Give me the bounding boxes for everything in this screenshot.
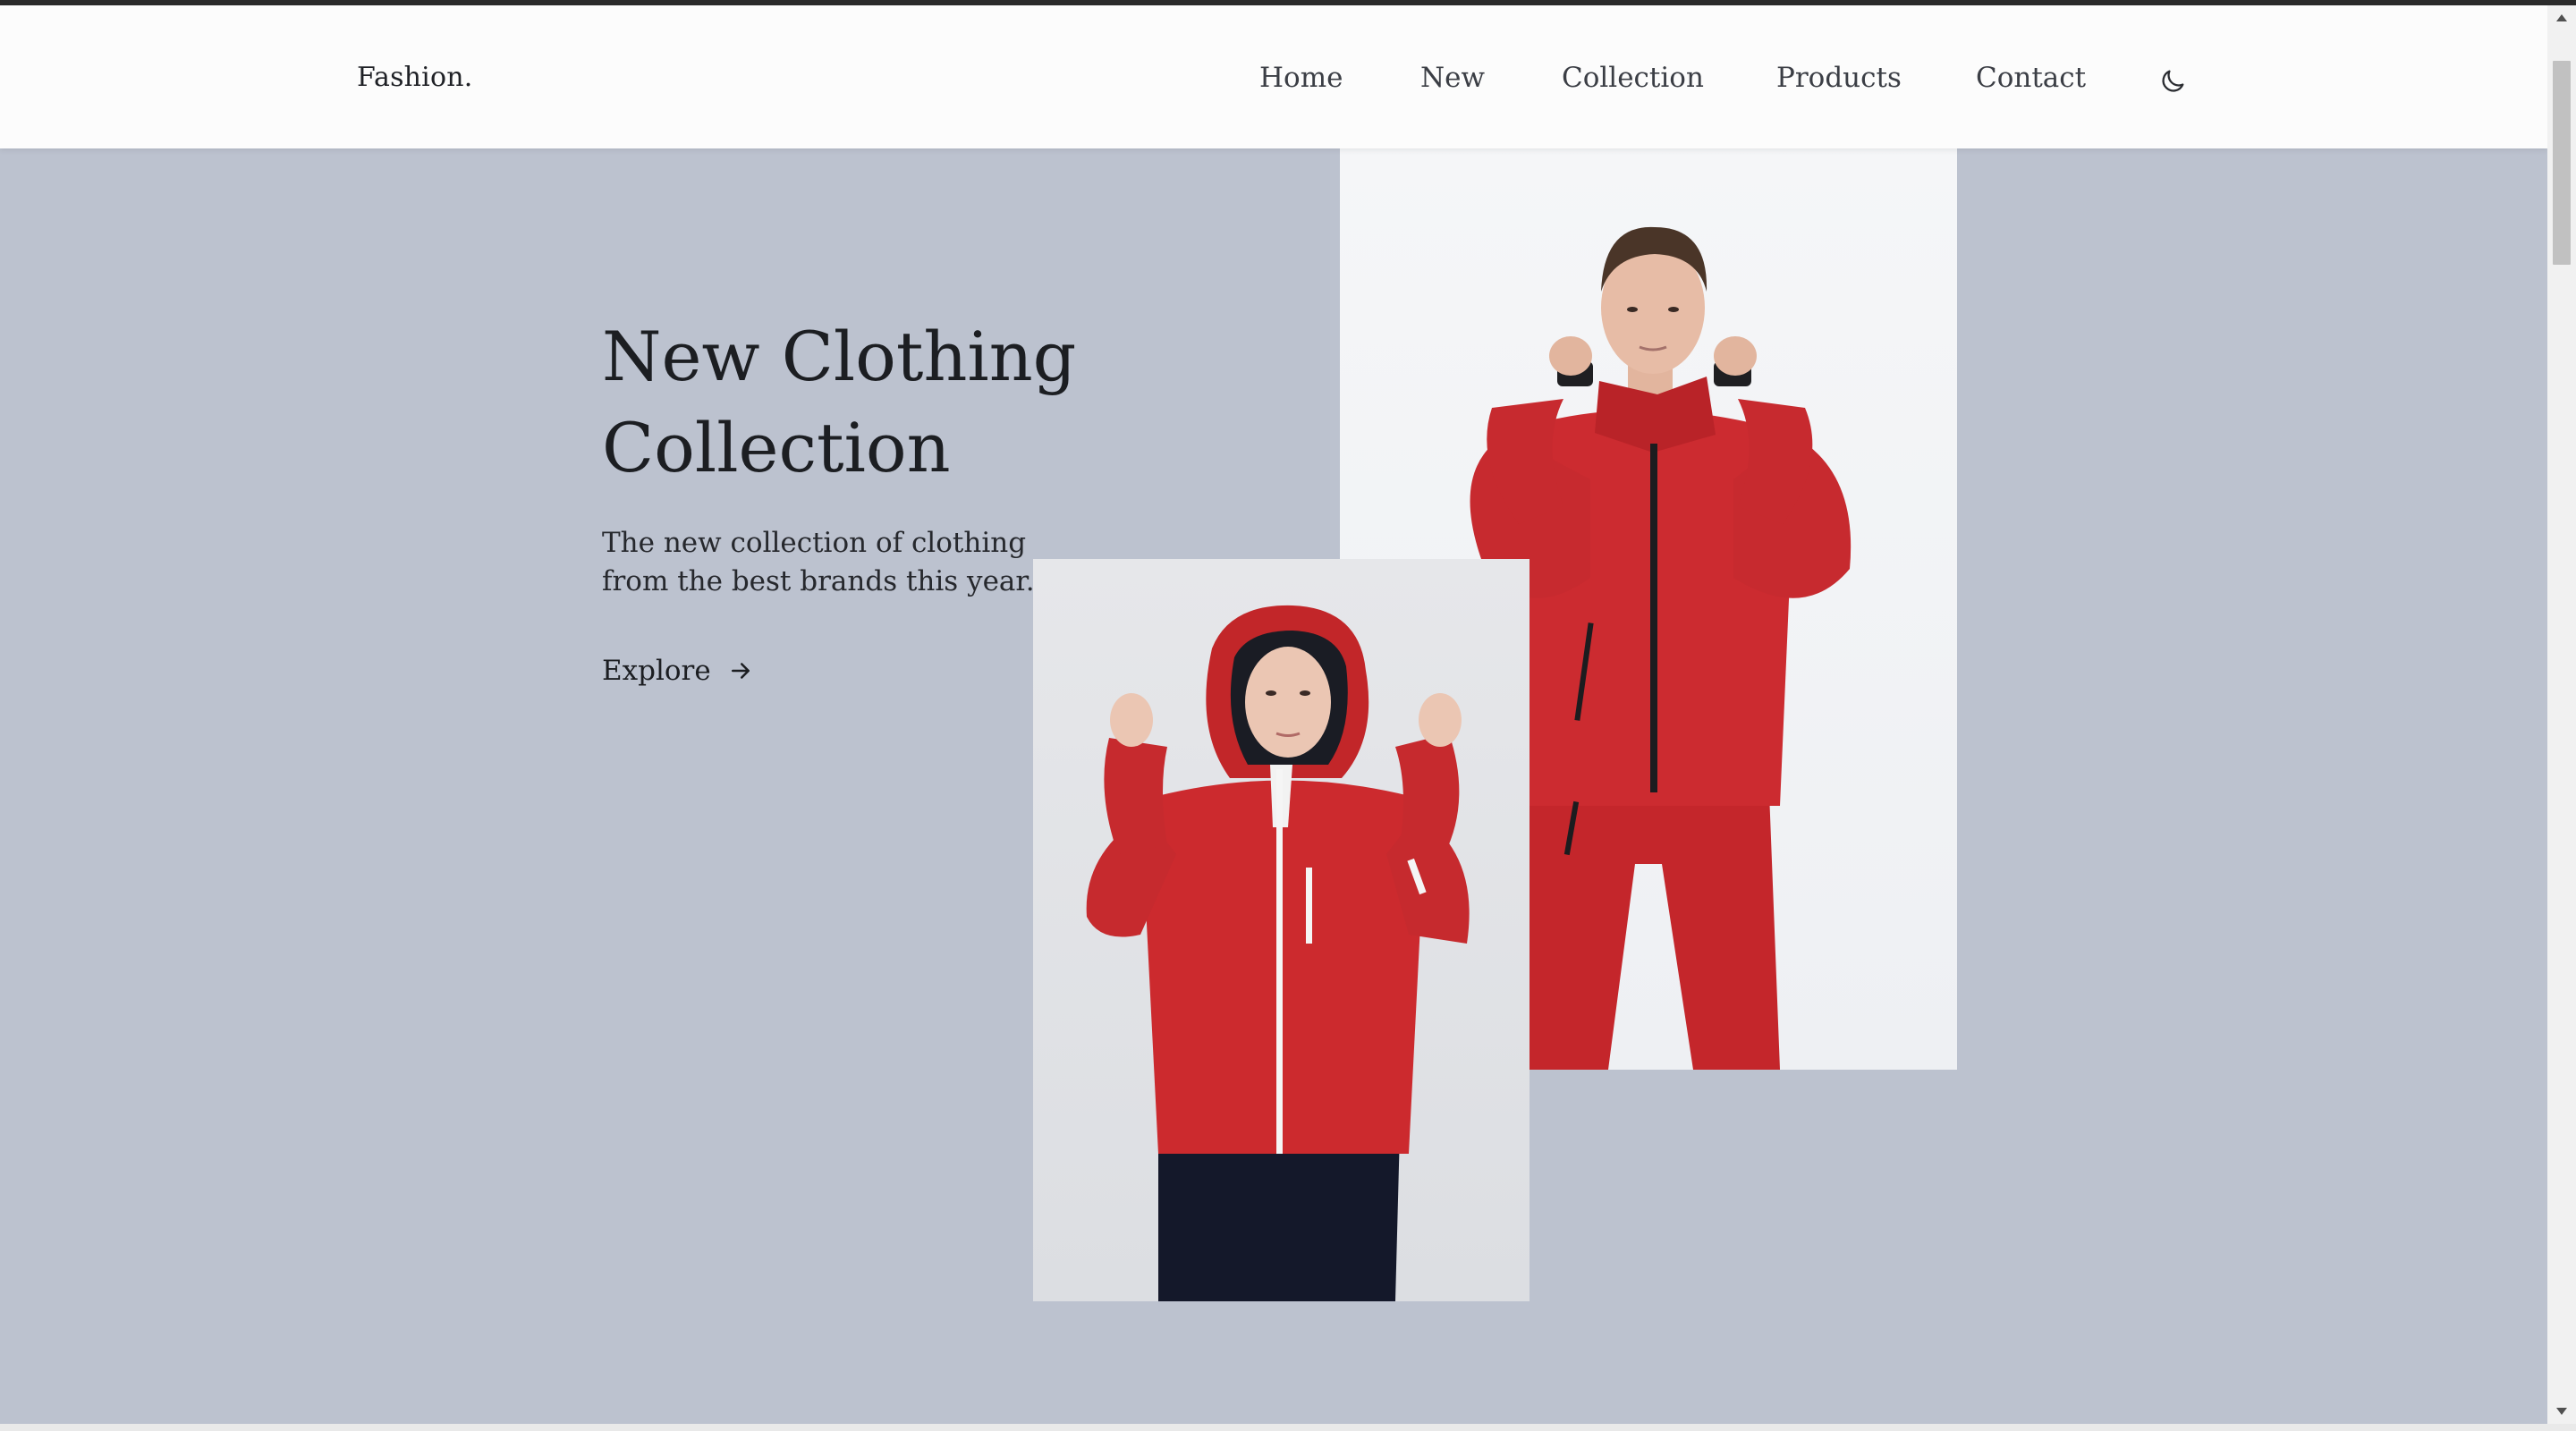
window-bottom-edge bbox=[0, 1424, 2576, 1431]
arrow-right-icon bbox=[731, 663, 750, 679]
scrollbar-thumb[interactable] bbox=[2553, 61, 2571, 265]
vertical-scrollbar[interactable] bbox=[2547, 5, 2576, 1424]
nav-home[interactable]: Home bbox=[1259, 62, 1343, 94]
hero-title: New Clothing Collection bbox=[602, 317, 1077, 487]
nav-new[interactable]: New bbox=[1420, 62, 1485, 94]
nav-contact[interactable]: Contact bbox=[1976, 62, 2086, 94]
nav-collection[interactable]: Collection bbox=[1562, 62, 1704, 94]
hero-description: The new collection of clothing from the … bbox=[602, 527, 1035, 597]
nav-products[interactable]: Products bbox=[1776, 62, 1902, 94]
explore-link[interactable]: Explore bbox=[602, 655, 754, 687]
explore-label: Explore bbox=[602, 655, 711, 687]
moon-icon[interactable] bbox=[2157, 66, 2188, 97]
woman-red-hooded-jacket-photo bbox=[1033, 559, 1530, 1301]
site-logo[interactable]: Fashion. bbox=[357, 62, 473, 93]
scroll-down-arrow-icon[interactable] bbox=[2547, 1399, 2576, 1424]
page: Fashion. Home New Collection Products Co… bbox=[0, 0, 2576, 1431]
scroll-up-arrow-icon[interactable] bbox=[2547, 5, 2576, 30]
site-header: Fashion. Home New Collection Products Co… bbox=[0, 5, 2547, 148]
